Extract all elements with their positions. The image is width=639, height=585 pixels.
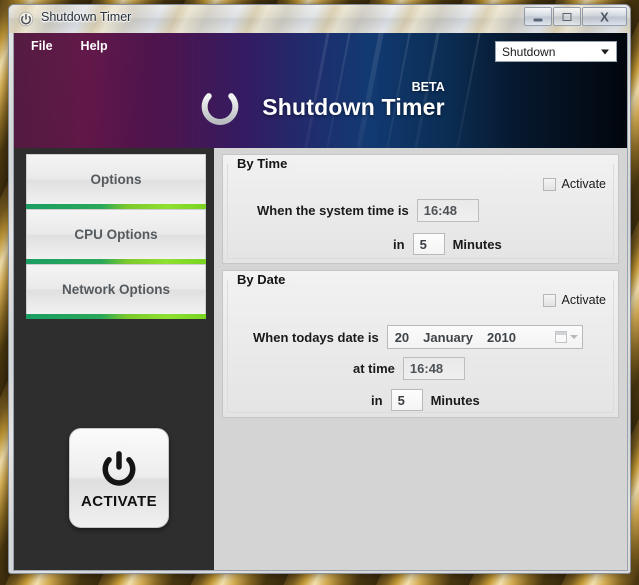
window-controls: X [524, 7, 627, 26]
sidebar-item-label: Options [90, 172, 142, 187]
by-date-month: January [423, 329, 474, 345]
by-date-activate-row[interactable]: Activate [542, 293, 606, 307]
by-date-minutes-unit: Minutes [430, 392, 480, 408]
by-date-activate-label: Activate [561, 293, 606, 307]
activate-button[interactable]: ACTIVATE [69, 428, 169, 528]
brand-block: BETA Shutdown Timer [14, 80, 627, 131]
by-time-systemtime-row: When the system time is 16:48 [257, 199, 479, 222]
chevron-down-icon [601, 49, 609, 54]
by-date-year: 2010 [487, 329, 516, 345]
minimize-button[interactable] [524, 7, 552, 26]
by-date-title: By Date [233, 272, 290, 287]
application-window: Shutdown Timer X File Help Shutdown BETA… [8, 4, 631, 574]
close-button[interactable]: X [582, 7, 627, 26]
by-time-in-label: in [393, 236, 405, 252]
by-time-title: By Time [233, 156, 292, 171]
menu-item-file[interactable]: File [20, 36, 64, 56]
by-time-systemtime-label: When the system time is [257, 203, 409, 218]
by-time-activate-checkbox[interactable] [542, 177, 556, 191]
beta-badge: BETA [411, 79, 445, 94]
by-time-systemtime-input[interactable]: 16:48 [416, 199, 479, 222]
by-date-date-picker[interactable]: 20 January 2010 [386, 325, 583, 349]
by-time-activate-label: Activate [561, 177, 606, 191]
brand-text: BETA Shutdown Timer [262, 80, 445, 121]
chevron-down-icon [569, 335, 578, 339]
minimize-icon [533, 18, 543, 21]
maximize-icon [562, 12, 572, 21]
by-date-minutes-row: in 5 Minutes [371, 389, 480, 411]
by-date-attime-label: at time [353, 361, 395, 376]
shutdown-mode-select[interactable]: Shutdown [495, 41, 617, 62]
close-icon: X [600, 9, 609, 24]
activate-button-label: ACTIVATE [81, 492, 157, 510]
by-date-in-label: in [371, 392, 383, 408]
sidebar-item-options[interactable]: Options [26, 154, 206, 209]
by-date-date-label: When todays date is [253, 329, 379, 345]
body-split: Options CPU Options Network Options ACTI… [14, 148, 627, 570]
menu-item-help[interactable]: Help [70, 36, 119, 56]
calendar-icon [554, 331, 567, 343]
brand-power-icon [201, 86, 239, 125]
by-date-day: 20 [394, 329, 410, 345]
by-date-minutes-input[interactable]: 5 [390, 389, 423, 411]
sidebar-item-label: CPU Options [74, 227, 158, 242]
by-time-minutes-row: in 5 Minutes [393, 233, 502, 255]
by-time-group: By Time Activate When the system time is… [222, 154, 619, 264]
power-icon [102, 450, 136, 486]
brand-title: Shutdown Timer [262, 93, 445, 120]
main-panel: By Time Activate When the system time is… [214, 148, 627, 570]
by-time-minutes-input[interactable]: 5 [412, 233, 445, 255]
window-power-icon [18, 11, 34, 27]
maximize-button[interactable] [553, 7, 581, 26]
app-banner: File Help Shutdown BETA Shutdown Timer [14, 33, 627, 148]
by-time-minutes-unit: Minutes [452, 236, 502, 252]
by-date-activate-checkbox[interactable] [542, 293, 556, 307]
sidebar-item-cpu-options[interactable]: CPU Options [26, 209, 206, 264]
menu-bar: File Help [14, 33, 119, 59]
title-bar[interactable]: Shutdown Timer X [9, 5, 630, 33]
sidebar-item-network-options[interactable]: Network Options [26, 264, 206, 319]
by-date-attime-row: at time 16:48 [353, 357, 465, 380]
by-date-group: By Date Activate When todays date is 20 … [222, 270, 619, 418]
date-picker-dropdown[interactable] [554, 331, 578, 343]
by-date-attime-input[interactable]: 16:48 [402, 357, 465, 380]
by-time-activate-row[interactable]: Activate [542, 177, 606, 191]
sidebar: Options CPU Options Network Options ACTI… [14, 148, 214, 570]
sidebar-item-label: Network Options [61, 282, 170, 297]
by-date-date-row: When todays date is 20 January 2010 [253, 325, 583, 349]
window-title: Shutdown Timer [41, 10, 132, 24]
client-area: File Help Shutdown BETA Shutdown Timer O… [13, 33, 628, 571]
shutdown-mode-value: Shutdown [502, 44, 556, 59]
